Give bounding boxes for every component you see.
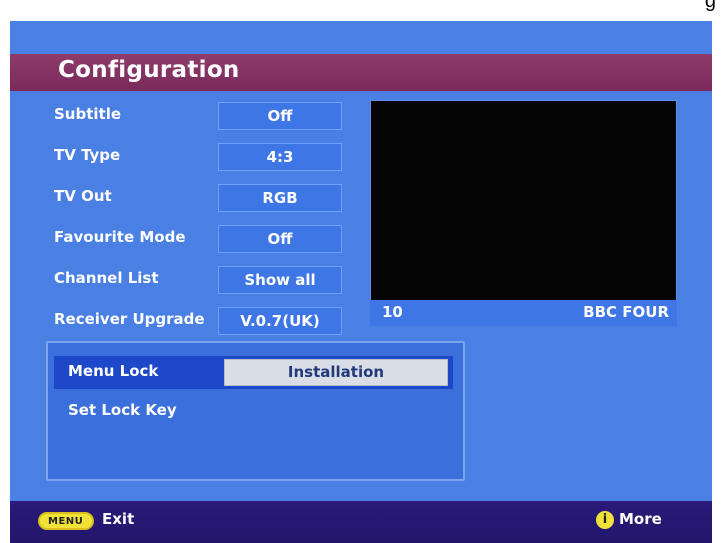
setting-value-tv-type[interactable]: 4:3 (218, 143, 342, 171)
setting-label-receiver-upgrade: Receiver Upgrade (54, 310, 205, 328)
preview-channel-number: 10 (382, 303, 403, 321)
menu-lock-label: Menu Lock (68, 362, 159, 380)
setting-value-receiver-upgrade[interactable]: V.0.7(UK) (218, 307, 342, 335)
setting-label-tv-type: TV Type (54, 146, 121, 164)
setting-label-channel-list: Channel List (54, 269, 159, 287)
page-title: Configuration (58, 57, 240, 83)
title-bar: Configuration (10, 54, 712, 91)
menu-key-icon[interactable]: MENU (38, 512, 94, 530)
tv-menu-screen: Configuration Subtitle Off TV Type 4:3 T… (10, 21, 712, 543)
setting-value-favourite-mode[interactable]: Off (218, 225, 342, 253)
set-lock-key-item[interactable]: Set Lock Key (68, 401, 177, 419)
top-strip-text: g (704, 0, 716, 12)
video-preview (370, 100, 677, 322)
preview-channel-name: BBC FOUR (583, 303, 669, 321)
preview-info-bar: 10 BBC FOUR (370, 300, 677, 326)
exit-label[interactable]: Exit (102, 510, 134, 528)
more-label[interactable]: More (619, 510, 662, 528)
menu-lock-value[interactable]: Installation (224, 359, 448, 386)
setting-value-subtitle[interactable]: Off (218, 102, 342, 130)
setting-label-subtitle: Subtitle (54, 105, 122, 123)
top-strip: g (0, 0, 722, 21)
menu-key-text: MENU (48, 516, 84, 527)
lock-panel: Menu Lock Installation Set Lock Key (46, 341, 465, 481)
menu-lock-row[interactable]: Menu Lock Installation (54, 356, 453, 389)
setting-value-tv-out[interactable]: RGB (218, 184, 342, 212)
footer-bar: MENU Exit i More (10, 501, 712, 543)
setting-value-channel-list[interactable]: Show all (218, 266, 342, 294)
setting-label-tv-out: TV Out (54, 187, 112, 205)
setting-label-favourite-mode: Favourite Mode (54, 228, 186, 246)
info-icon[interactable]: i (596, 511, 614, 529)
